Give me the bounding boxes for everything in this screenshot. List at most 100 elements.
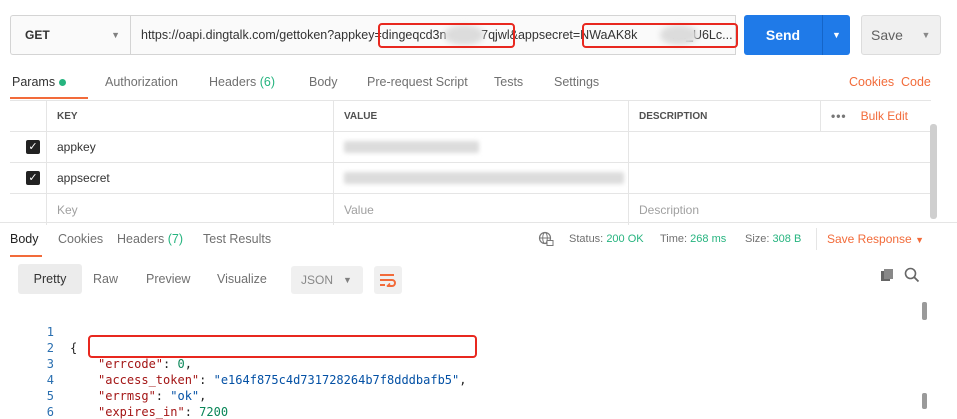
table-row: ✓ appkey: [10, 132, 931, 163]
send-label: Send: [765, 27, 801, 43]
send-button[interactable]: Send ▼: [744, 15, 850, 55]
param-description[interactable]: [628, 132, 820, 162]
code-line: 1 {: [0, 308, 77, 355]
save-response-label: Save Response: [827, 232, 912, 246]
save-response-button[interactable]: Save Response ▼: [827, 232, 924, 246]
table-row-new: Key Value Description: [10, 194, 931, 225]
param-description[interactable]: [628, 163, 820, 193]
code-line: 6 }: [0, 388, 54, 419]
size-label: Size:: [745, 233, 770, 245]
view-visualize-button[interactable]: Visualize: [217, 272, 267, 286]
json-string: "e164f875c4d731728264b7f8dddbafb5": [213, 373, 460, 387]
code-line: 4 "errmsg": "ok",: [0, 356, 207, 403]
json-number: 0: [177, 357, 185, 371]
line-number: 2: [46, 341, 54, 355]
new-key-input[interactable]: Key: [46, 194, 333, 225]
line-number: 3: [46, 357, 54, 371]
tab-response-cookies[interactable]: Cookies: [58, 232, 103, 246]
code-scrollbar-bottom[interactable]: [922, 393, 927, 409]
view-preview-button[interactable]: Preview: [146, 272, 190, 286]
wrap-lines-icon: [380, 274, 396, 287]
line-number: 5: [46, 389, 54, 403]
request-tabs: Params Authorization Headers (6) Body Pr…: [10, 62, 935, 99]
tab-test-results[interactable]: Test Results: [203, 232, 271, 246]
bulk-edit-link[interactable]: Bulk Edit: [861, 109, 908, 123]
code-scrollbar-top[interactable]: [922, 302, 927, 320]
redaction-blur: [344, 172, 624, 184]
active-tab-underline: [10, 97, 88, 99]
tab-settings[interactable]: Settings: [554, 75, 599, 89]
params-active-dot: [59, 79, 67, 87]
params-header-row: KEY VALUE DESCRIPTION ••• Bulk Edit: [10, 101, 931, 132]
time-value: 268 ms: [690, 233, 727, 245]
col-value-header: VALUE: [333, 101, 628, 131]
code-text: {: [70, 341, 78, 355]
cookies-link[interactable]: Cookies: [849, 75, 894, 89]
param-value[interactable]: [333, 132, 628, 162]
view-raw-button[interactable]: Raw: [93, 272, 118, 286]
chevron-down-icon: ▼: [915, 235, 924, 245]
response-tabs: Body Cookies Headers (7) Test Results St…: [0, 222, 957, 257]
active-tab-underline: [10, 255, 42, 257]
redaction-blur: [344, 141, 479, 153]
tab-authorization[interactable]: Authorization: [105, 75, 178, 89]
headers-count: (6): [259, 75, 276, 89]
chevron-down-icon[interactable]: ▼: [823, 30, 850, 40]
code-text: "access_token": "e164f875c4d731728264b7f…: [98, 373, 467, 387]
tab-body[interactable]: Body: [309, 75, 338, 89]
headers-count: (7): [167, 232, 184, 246]
time-label: Time:: [660, 233, 688, 245]
tab-headers[interactable]: Headers (6): [209, 75, 275, 89]
param-key[interactable]: appkey: [46, 132, 333, 162]
json-punct: ,: [459, 373, 467, 387]
checkbox-checked-icon[interactable]: ✓: [26, 140, 40, 154]
line-number: 6: [46, 405, 54, 419]
json-key: "access_token": [98, 373, 200, 387]
copy-icon[interactable]: [880, 268, 894, 282]
tab-tests[interactable]: Tests: [494, 75, 523, 89]
highlight-box-access-token: [88, 335, 477, 358]
col-description-header: DESCRIPTION: [628, 101, 820, 131]
format-label: JSON: [301, 273, 334, 287]
save-button[interactable]: Save ▼: [861, 15, 941, 55]
tab-pre-request-script[interactable]: Pre-request Script: [367, 75, 468, 89]
size-readout: Size: 308 B: [745, 233, 801, 245]
code-text: "expires_in": 7200: [98, 405, 229, 419]
json-punct: ,: [199, 389, 207, 403]
code-line: 2 "errcode": 0,: [0, 324, 192, 371]
json-punct: ,: [184, 357, 192, 371]
code-line: 5 "expires_in": 7200: [0, 372, 228, 419]
param-value[interactable]: [333, 163, 628, 193]
wrap-lines-button[interactable]: [374, 266, 402, 294]
view-pretty-button[interactable]: Pretty: [18, 264, 82, 294]
checkbox-checked-icon[interactable]: ✓: [26, 171, 40, 185]
method-select[interactable]: GET ▼: [10, 15, 130, 55]
tab-response-body[interactable]: Body: [10, 232, 39, 246]
col-key-header: KEY: [46, 101, 333, 131]
time-readout: Time: 268 ms: [660, 233, 726, 245]
globe-lock-icon[interactable]: [538, 231, 554, 247]
status-readout: Status: 200 OK: [569, 233, 644, 245]
chevron-down-icon: ▼: [343, 275, 352, 285]
json-key: "errcode": [98, 357, 164, 371]
chevron-down-icon[interactable]: ▼: [912, 30, 940, 40]
table-row: ✓ appsecret: [10, 163, 931, 194]
highlight-box-appsecret: [582, 23, 738, 48]
param-key[interactable]: appsecret: [46, 163, 333, 193]
line-number: 1: [46, 325, 54, 339]
new-value-input[interactable]: Value: [333, 194, 628, 225]
code-text: "errcode": 0,: [98, 357, 192, 371]
params-scrollbar[interactable]: [930, 124, 937, 219]
code-link[interactable]: Code: [901, 75, 931, 89]
search-icon[interactable]: [904, 267, 920, 283]
new-description-input[interactable]: Description: [628, 194, 820, 225]
chevron-down-icon: ▼: [111, 30, 120, 40]
json-key: "errmsg": [98, 389, 156, 403]
format-select[interactable]: JSON ▼: [291, 266, 363, 294]
more-options-icon[interactable]: •••: [831, 109, 847, 123]
tab-params[interactable]: Params: [12, 75, 67, 89]
json-number: 7200: [199, 405, 229, 419]
tab-response-headers[interactable]: Headers (7): [117, 232, 183, 246]
tab-label: Headers: [117, 232, 165, 246]
status-value: 200 OK: [606, 233, 644, 245]
